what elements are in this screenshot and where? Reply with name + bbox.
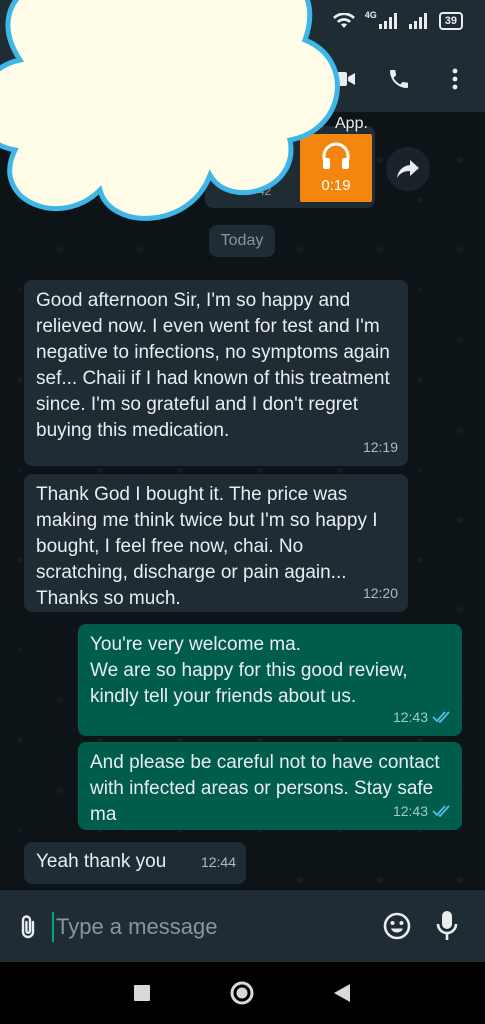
message-text: You're very welcome ma. We are so happy … <box>90 634 408 707</box>
more-options-button[interactable] <box>438 62 472 96</box>
status-icons: 4G 39 <box>332 10 463 30</box>
redaction-cloud <box>0 0 340 221</box>
message-time: 12:43 <box>392 803 428 819</box>
message-meta: 12:19 <box>363 434 398 460</box>
message-outgoing[interactable]: You're very welcome ma. We are so happy … <box>78 624 462 736</box>
message-outgoing[interactable]: And please be careful not to have contac… <box>78 742 462 830</box>
forward-button[interactable] <box>386 147 430 191</box>
message-meta: 12:43 <box>393 798 452 824</box>
system-nav-bar <box>0 962 485 1024</box>
emoji-button[interactable] <box>382 911 412 941</box>
message-incoming[interactable]: Good afternoon Sir, I'm so happy and rel… <box>24 280 408 466</box>
message-time: 12:20 <box>362 585 398 601</box>
phone-call-button[interactable] <box>382 62 416 96</box>
network-type-label: 4G <box>364 10 377 20</box>
text-cursor <box>52 912 54 942</box>
forward-icon <box>397 160 419 178</box>
message-time: 12:44 <box>200 854 236 870</box>
message-incoming[interactable]: Thank God I bought it. The price was mak… <box>24 474 408 612</box>
square-icon <box>134 985 150 1001</box>
message-meta: 12:43 <box>393 704 452 730</box>
read-ticks-icon <box>432 805 450 817</box>
voice-message-button[interactable] <box>434 909 460 943</box>
home-button[interactable] <box>227 978 257 1008</box>
more-options-icon <box>452 68 458 90</box>
message-meta: 12:44 <box>201 849 236 875</box>
message-input[interactable]: Type a message <box>56 912 356 942</box>
message-time: 12:43 <box>392 709 428 725</box>
message-text: Thank God I bought it. The price was mak… <box>36 484 378 609</box>
message-time: 12:19 <box>362 439 398 455</box>
read-ticks-icon <box>432 711 450 723</box>
attach-button[interactable] <box>14 912 42 942</box>
signal-icon <box>378 13 397 29</box>
triangle-back-icon <box>334 984 350 1002</box>
message-text: Good afternoon Sir, I'm so happy and rel… <box>36 290 390 441</box>
message-incoming[interactable]: Yeah thank you 12:44 <box>24 842 246 884</box>
emoji-icon <box>383 912 411 940</box>
microphone-icon <box>436 911 458 940</box>
message-meta: 12:20 <box>363 580 398 606</box>
circle-icon <box>230 981 254 1005</box>
phone-icon <box>390 70 408 88</box>
signal-icon-2 <box>408 13 427 29</box>
date-separator: Today <box>209 225 275 257</box>
battery-indicator: 39 <box>438 12 463 30</box>
back-button[interactable] <box>327 978 357 1008</box>
recents-button[interactable] <box>127 978 157 1008</box>
paperclip-icon <box>21 915 35 939</box>
